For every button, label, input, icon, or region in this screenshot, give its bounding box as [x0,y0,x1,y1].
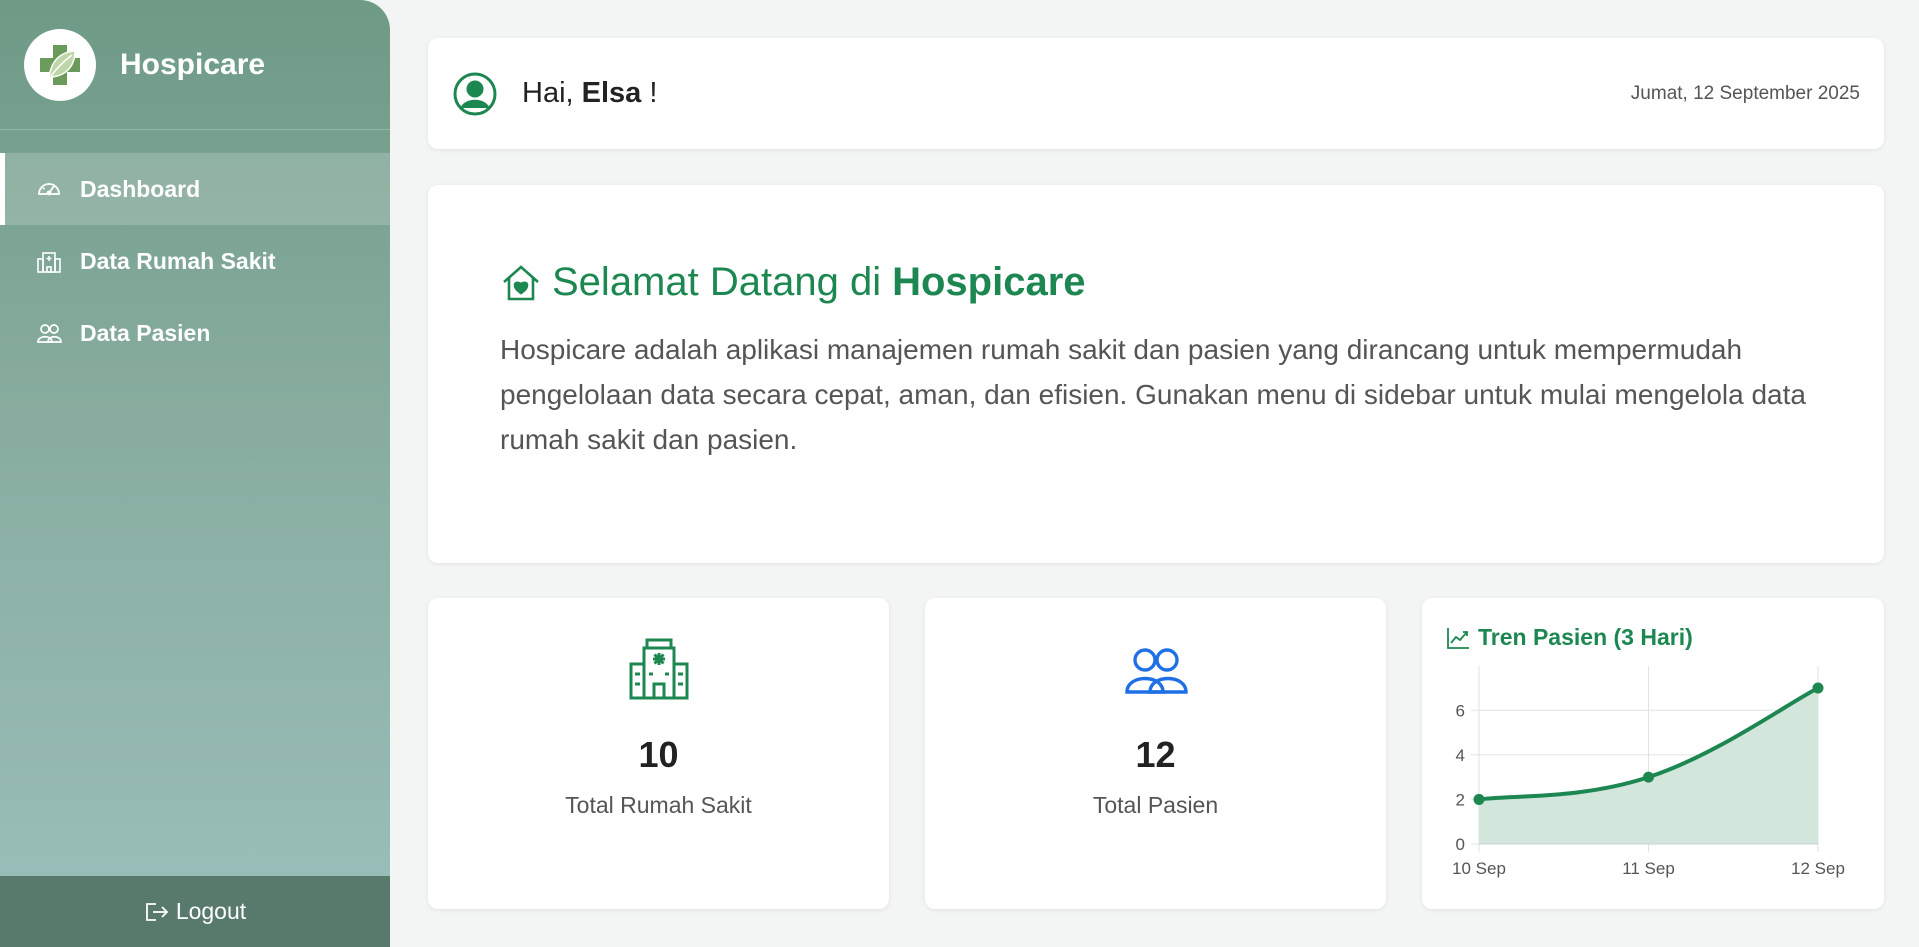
brand-name: Hospicare [120,47,266,81]
chart-title-text: Tren Pasien (3 Hari) [1478,624,1693,650]
sidebar-nav: Dashboard Data Rumah Sakit Data Pasien [0,153,390,369]
welcome-description: Hospicare adalah aplikasi manajemen ruma… [500,334,1806,455]
stat-label: Total Pasien [1092,792,1219,818]
sidebar-item-label: Data Pasien [80,319,211,346]
sidebar: Hospicare Dashboard Data Rumah Sakit Dat… [0,0,390,947]
sidebar-item-data-pasien[interactable]: Data Pasien [0,297,390,369]
data-point [1473,793,1485,805]
y-tick-label: 6 [1456,701,1465,720]
data-point [1812,682,1824,694]
people-icon [1124,636,1188,700]
stat-label: Total Rumah Sakit [565,792,752,818]
sidebar-item-dashboard[interactable]: Dashboard [0,153,390,225]
greeting-suffix: ! [641,77,658,109]
y-tick-label: 4 [1456,746,1465,765]
data-point [1643,771,1654,783]
stat-card-rumah-sakit: 10 Total Rumah Sakit [428,598,889,909]
hospital-icon [36,248,62,274]
logout-icon [145,902,169,921]
welcome-title: Selamat Datang di Hospicare [500,260,1812,305]
x-tick-label: 11 Sep [1622,859,1675,878]
x-tick-label: 10 Sep [1452,859,1506,878]
stat-card-pasien: 12 Total Pasien [925,598,1386,909]
header-bar: Hai, Elsa ! Jumat, 12 September 2025 [428,38,1884,149]
chart-title: Tren Pasien (3 Hari) [1446,624,1693,651]
house-heart-icon [503,264,539,300]
line-chart-icon [1447,627,1469,649]
logout-label: Logout [175,898,247,924]
people-icon [36,320,62,346]
greeting-prefix: Hai, [522,77,582,109]
welcome-title-brand: Hospicare [892,260,1086,304]
stat-value: 10 [638,734,679,775]
user-avatar-icon[interactable] [452,71,498,117]
speedometer-icon [36,176,62,202]
stat-value: 12 [1135,734,1176,775]
current-date: Jumat, 12 September 2025 [1630,82,1860,104]
sidebar-item-data-rumah-sakit[interactable]: Data Rumah Sakit [0,225,390,297]
sidebar-item-label: Dashboard [80,175,201,202]
user-name: Elsa [581,77,642,109]
hospital-icon [628,636,690,700]
y-tick-label: 0 [1456,835,1465,854]
logout-button[interactable]: Logout [0,876,390,947]
x-tick-label: 12 Sep [1791,859,1845,878]
welcome-card: Selamat Datang di Hospicare Hospicare ad… [428,185,1884,563]
welcome-title-prefix: Selamat Datang di [552,260,882,304]
sidebar-item-label: Data Rumah Sakit [80,247,276,274]
brand: Hospicare [0,0,390,130]
y-tick-label: 2 [1456,790,1465,809]
brand-logo [24,28,96,101]
greeting-text: Hai, Elsa ! [522,77,657,110]
chart-card: 0 2 4 6 10 Sep 11 Sep 12 Sep Tren Pasien (3 Ha… [1422,598,1884,909]
